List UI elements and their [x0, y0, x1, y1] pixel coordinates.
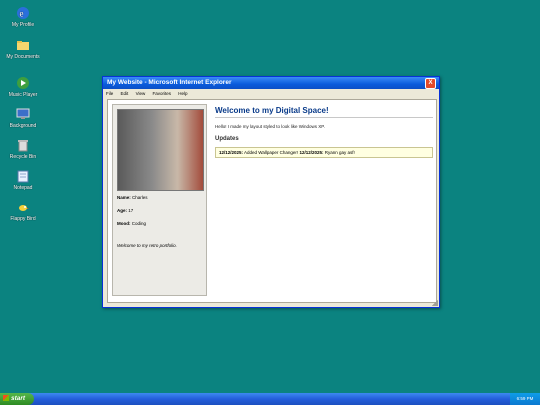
mood-label: Mood:: [117, 221, 131, 226]
page-content: Name: Charles Age: 17 Mood: Coding Welco…: [107, 99, 437, 303]
update-date: 12/12/2025:: [299, 150, 324, 155]
desktop-icon-music-player[interactable]: Music Player: [6, 76, 40, 98]
divider: [215, 117, 433, 118]
age-value: 17: [128, 208, 134, 213]
display-icon: [16, 108, 30, 119]
media-player-icon: [17, 77, 29, 89]
menu-edit[interactable]: Edit: [121, 91, 129, 96]
desktop-icon-label: Music Player: [8, 92, 38, 98]
desktop-icon-label: Recycle Bin: [9, 154, 37, 160]
profile-name: Name: Charles: [117, 195, 148, 200]
profile-mood: Mood: Coding: [117, 221, 146, 226]
name-label: Name:: [117, 195, 131, 200]
updates-box: 12/12/2025: Added Wallpaper Changer! 12/…: [215, 147, 433, 158]
desktop-icon-label: Flappy Bird: [10, 216, 36, 222]
menu-file[interactable]: File: [106, 91, 113, 96]
menu-bar: File Edit View Favorites Help: [103, 89, 439, 98]
taskbar: start 6:59 PM: [0, 393, 540, 405]
update-text: Added Wallpaper Changer!: [244, 150, 299, 155]
svg-text:e: e: [20, 9, 24, 19]
desktop-icon-my-documents[interactable]: My Documents: [6, 38, 40, 60]
clock[interactable]: 6:59 PM: [517, 396, 534, 401]
menu-help[interactable]: Help: [178, 91, 187, 96]
notepad-icon: [17, 170, 29, 183]
profile-sidebar: Name: Charles Age: 17 Mood: Coding Welco…: [112, 104, 207, 296]
bird-icon: [19, 205, 29, 211]
folder-icon: [17, 41, 29, 50]
windows-logo-icon: [3, 395, 9, 402]
start-label: start: [11, 395, 26, 402]
desktop-icon-recycle-bin[interactable]: Recycle Bin: [6, 138, 40, 160]
page-heading: Welcome to my Digital Space!: [215, 106, 329, 115]
intro-text: Hello! I made my layout styled to look l…: [215, 124, 325, 129]
menu-view[interactable]: View: [136, 91, 146, 96]
desktop-icon-label: Notepad: [13, 185, 33, 191]
close-button[interactable]: X: [425, 78, 436, 89]
ie-window: My Website - Microsoft Internet Explorer…: [102, 76, 440, 308]
desktop-icon-my-profile[interactable]: e My Profile: [6, 6, 40, 28]
desktop-icon-label: My Documents: [6, 54, 40, 60]
age-label: Age:: [117, 208, 127, 213]
system-tray: 6:59 PM: [510, 393, 540, 405]
update-text: Ryann gay asf!: [324, 150, 355, 155]
name-value: Charles: [132, 195, 148, 200]
desktop-icon-notepad[interactable]: Notepad: [6, 169, 40, 191]
profile-age: Age: 17: [117, 208, 133, 213]
menu-favorites[interactable]: Favorites: [153, 91, 172, 96]
desktop-icon-background[interactable]: Background: [6, 107, 40, 129]
mood-value: Coding: [131, 221, 147, 226]
window-title: My Website - Microsoft Internet Explorer: [107, 79, 232, 86]
update-date: 12/12/2025:: [219, 150, 244, 155]
main-panel: Welcome to my Digital Space! Hello! I ma…: [215, 104, 433, 158]
recycle-bin-icon: [18, 140, 28, 152]
profile-intro: Welcome to my retro portfolio.: [117, 243, 177, 248]
desktop-icon-flappy-bird[interactable]: Flappy Bird: [6, 200, 40, 222]
ie-globe-icon: e: [17, 7, 29, 19]
desktop-icon-label: My Profile: [11, 22, 35, 28]
start-button[interactable]: start: [0, 393, 34, 405]
desktop-icon-label: Background: [9, 123, 37, 129]
updates-heading: Updates: [215, 136, 239, 142]
resize-grip[interactable]: [432, 300, 438, 306]
profile-photo: [117, 109, 204, 191]
window-title-bar[interactable]: My Website - Microsoft Internet Explorer…: [103, 77, 439, 89]
